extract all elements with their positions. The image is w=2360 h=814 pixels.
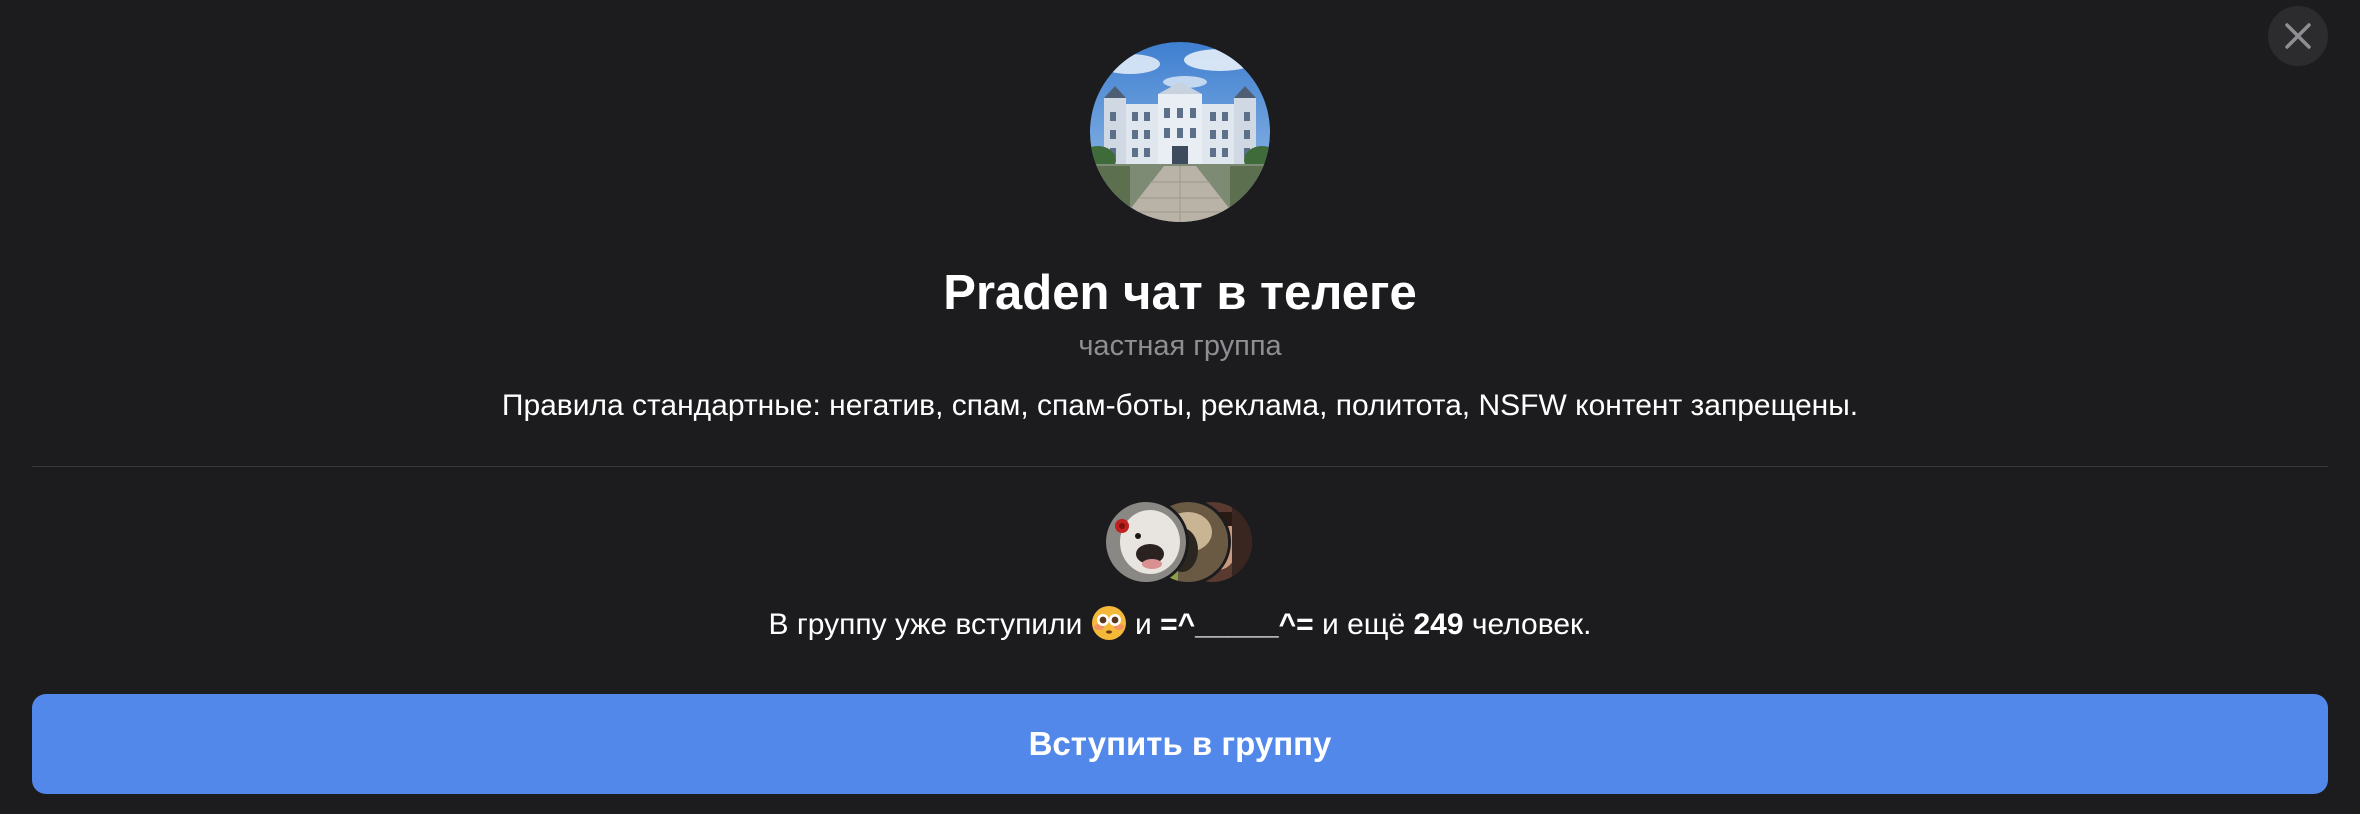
- member-name: =^_____^=: [1160, 608, 1314, 641]
- members-summary: В группу уже вступили и =^_____^= и ещё …: [0, 602, 2360, 648]
- group-avatar: [1090, 42, 1270, 222]
- join-group-label: Вступить в группу: [1028, 725, 1332, 762]
- group-type: частная группа: [1078, 330, 1282, 362]
- flushed-face-icon: [1091, 606, 1126, 640]
- join-group-dialog: Praden чат в телеге частная группа Прави…: [0, 0, 2360, 814]
- close-button[interactable]: [2268, 6, 2328, 66]
- members-and-more: и ещё: [1321, 608, 1406, 641]
- group-title: Praden чат в телеге: [943, 266, 1417, 320]
- member-avatars: [1106, 502, 1252, 582]
- members-suffix: человек.: [1471, 608, 1592, 641]
- members-count: 249: [1413, 608, 1464, 641]
- members-prefix: В группу уже вступили: [768, 608, 1083, 641]
- join-group-button[interactable]: Вступить в группу: [32, 694, 2328, 794]
- members-joiner: и: [1135, 608, 1152, 641]
- divider: [32, 466, 2328, 467]
- close-icon: [2285, 23, 2311, 49]
- group-description: Правила стандартные: негатив, спам, спам…: [501, 389, 1859, 422]
- member-avatar-1: [1106, 502, 1186, 582]
